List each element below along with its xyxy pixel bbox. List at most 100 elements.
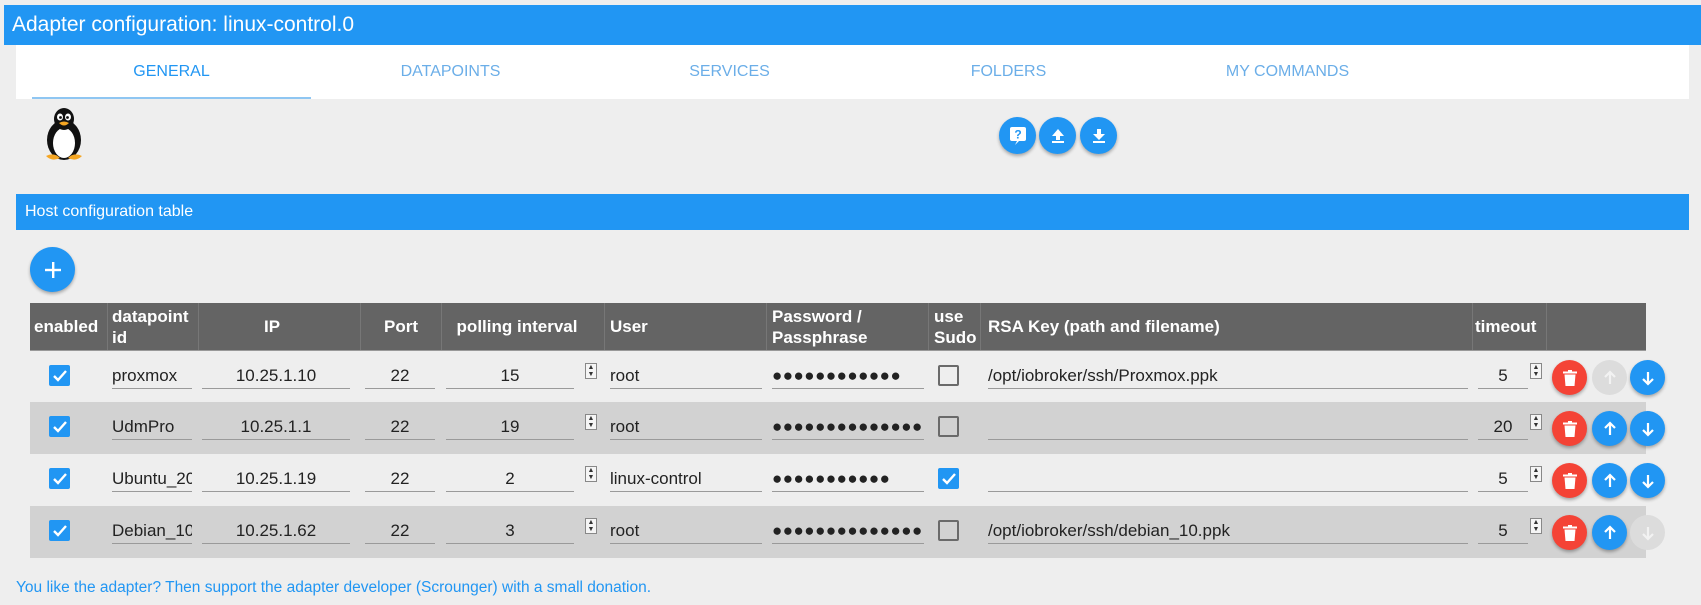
header-password: Password / Passphrase: [772, 306, 868, 347]
move-down-button[interactable]: [1630, 463, 1665, 498]
port-input[interactable]: 22: [365, 466, 435, 492]
datapoint-id-input[interactable]: Debian_10: [112, 518, 192, 544]
timeout-input[interactable]: 5: [1478, 466, 1528, 492]
tab-general[interactable]: GENERAL: [32, 45, 311, 99]
polling-spinner[interactable]: ▲ ▼: [585, 466, 597, 482]
polling-interval-input[interactable]: 19: [446, 414, 574, 440]
password-input[interactable]: ●●●●●●●●●●●: [772, 466, 924, 492]
upload-icon: [1051, 128, 1064, 143]
check-icon: [52, 369, 67, 382]
rsa-key-input[interactable]: [988, 466, 1468, 492]
datapoint-id-input[interactable]: Ubuntu_20: [112, 466, 192, 492]
trash-icon: [1562, 524, 1577, 541]
arrow-down-icon: [1641, 371, 1654, 386]
datapoint-id-input[interactable]: proxmox: [112, 363, 192, 389]
polling-spinner[interactable]: ▲ ▼: [585, 414, 597, 430]
user-input[interactable]: root: [610, 363, 762, 389]
table-row: Debian_10 10.25.1.62 22 3 ▲ ▼ root ●●●●●●…: [30, 506, 1665, 558]
header-user: User: [610, 317, 648, 336]
header-ip: IP: [263, 317, 281, 336]
timeout-spinner[interactable]: ▲ ▼: [1530, 466, 1542, 482]
table-row: UdmPro 10.25.1.1 22 19 ▲ ▼ root ●●●●●●●●●…: [30, 402, 1665, 454]
move-up-button[interactable]: [1592, 515, 1627, 550]
enabled-checkbox[interactable]: [49, 520, 70, 541]
user-input[interactable]: root: [610, 414, 762, 440]
trash-icon: [1562, 420, 1577, 437]
header-enabled: enabled: [34, 317, 99, 336]
ip-input[interactable]: 10.25.1.1: [202, 414, 350, 440]
polling-spinner[interactable]: ▲ ▼: [585, 363, 597, 379]
rsa-key-input[interactable]: /opt/iobroker/ssh/Proxmox.ppk: [988, 363, 1468, 389]
arrow-up-icon: [1603, 369, 1616, 384]
trash-icon: [1562, 369, 1577, 386]
delete-button[interactable]: [1552, 411, 1587, 446]
upload-button[interactable]: [1039, 117, 1076, 154]
help-icon: ?: [1009, 126, 1026, 145]
table-row: proxmox 10.25.1.10 22 15 ▲ ▼ root ●●●●●●●…: [30, 350, 1665, 402]
table-row: Ubuntu_20 10.25.1.19 22 2 ▲ ▼ linux-contr…: [30, 454, 1665, 506]
timeout-spinner[interactable]: ▲ ▼: [1530, 518, 1542, 534]
user-input[interactable]: linux-control: [610, 466, 762, 492]
use-sudo-checkbox[interactable]: [938, 520, 959, 541]
tab-my-commands[interactable]: MY COMMANDS: [1148, 45, 1427, 99]
polling-interval-input[interactable]: 3: [446, 518, 574, 544]
timeout-input[interactable]: 20: [1478, 414, 1528, 440]
download-icon: [1092, 128, 1105, 143]
header-timeout: timeout: [1475, 317, 1537, 336]
timeout-spinner[interactable]: ▲ ▼: [1530, 414, 1542, 430]
move-down-button[interactable]: [1630, 515, 1665, 550]
rsa-key-input[interactable]: /opt/iobroker/ssh/debian_10.ppk: [988, 518, 1468, 544]
move-up-button[interactable]: [1592, 463, 1627, 498]
move-down-button[interactable]: [1630, 411, 1665, 446]
move-up-button[interactable]: [1592, 411, 1627, 446]
svg-text:?: ?: [1014, 127, 1021, 141]
add-host-button[interactable]: [30, 247, 75, 292]
password-input[interactable]: ●●●●●●●●●●●●●●: [772, 414, 924, 440]
polling-spinner[interactable]: ▲ ▼: [585, 518, 597, 534]
check-icon: [52, 524, 67, 537]
check-icon: [52, 420, 67, 433]
password-input[interactable]: ●●●●●●●●●●●●●●: [772, 518, 924, 544]
section-title: Host configuration table: [16, 194, 1689, 230]
ip-input[interactable]: 10.25.1.62: [202, 518, 350, 544]
help-button[interactable]: ?: [999, 117, 1036, 154]
rsa-key-input[interactable]: [988, 414, 1468, 440]
timeout-spinner[interactable]: ▲ ▼: [1530, 363, 1542, 379]
port-input[interactable]: 22: [365, 363, 435, 389]
tab-datapoints[interactable]: DATAPOINTS: [311, 45, 590, 99]
enabled-checkbox[interactable]: [49, 365, 70, 386]
use-sudo-checkbox[interactable]: [938, 468, 959, 489]
delete-button[interactable]: [1552, 360, 1587, 395]
window-title: Adapter configuration: linux-control.0: [4, 5, 1701, 45]
password-input[interactable]: ●●●●●●●●●●●●: [772, 363, 924, 389]
timeout-input[interactable]: 5: [1478, 363, 1528, 389]
arrow-up-icon: [1603, 524, 1616, 539]
trash-icon: [1562, 472, 1577, 489]
ip-input[interactable]: 10.25.1.10: [202, 363, 350, 389]
header-rsa-key: RSA Key (path and filename): [988, 317, 1220, 336]
use-sudo-checkbox[interactable]: [938, 365, 959, 386]
port-input[interactable]: 22: [365, 518, 435, 544]
header-port: Port: [384, 317, 418, 336]
timeout-input[interactable]: 5: [1478, 518, 1528, 544]
move-down-button[interactable]: [1630, 360, 1665, 395]
delete-button[interactable]: [1552, 515, 1587, 550]
ip-input[interactable]: 10.25.1.19: [202, 466, 350, 492]
datapoint-id-input[interactable]: UdmPro: [112, 414, 192, 440]
move-up-button[interactable]: [1592, 360, 1627, 395]
enabled-checkbox[interactable]: [49, 416, 70, 437]
delete-button[interactable]: [1552, 463, 1587, 498]
enabled-checkbox[interactable]: [49, 468, 70, 489]
use-sudo-checkbox[interactable]: [938, 416, 959, 437]
polling-interval-input[interactable]: 15: [446, 363, 574, 389]
polling-interval-input[interactable]: 2: [446, 466, 574, 492]
user-input[interactable]: root: [610, 518, 762, 544]
arrow-down-icon: [1641, 474, 1654, 489]
port-input[interactable]: 22: [365, 414, 435, 440]
tab-folders[interactable]: FOLDERS: [869, 45, 1148, 99]
header-datapoint-id: datapoint id: [112, 306, 189, 347]
download-button[interactable]: [1080, 117, 1117, 154]
donation-link[interactable]: You like the adapter? Then support the a…: [16, 579, 651, 597]
check-icon: [52, 472, 67, 485]
tab-services[interactable]: SERVICES: [590, 45, 869, 99]
